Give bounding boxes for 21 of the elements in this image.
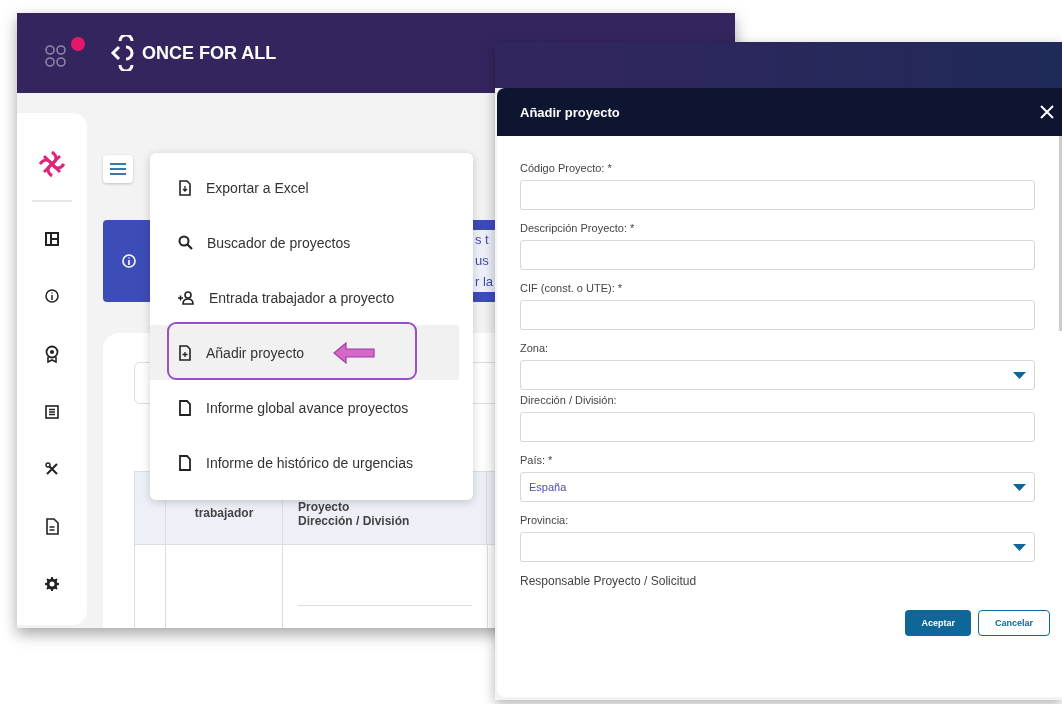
cancel-button[interactable]: Cancelar <box>977 610 1050 636</box>
field-label: Código Proyecto: * <box>520 162 613 174</box>
field-label: Descripción Proyecto: * <box>520 222 636 234</box>
banner-text: us <box>475 253 490 268</box>
field-label: Zona: <box>520 342 550 354</box>
field-label: País: * <box>520 454 554 466</box>
dialog-title: Añadir proyecto <box>520 104 620 120</box>
menu-item[interactable]: Añadir proyecto <box>150 325 459 380</box>
section-label: Responsable Proyecto / Solicitud <box>520 574 698 588</box>
select-field[interactable]: España <box>520 472 1035 502</box>
menu-item[interactable]: Informe global avance proyectos <box>150 380 459 435</box>
banner-text: s t <box>475 232 490 247</box>
field-label: Provincia: <box>520 514 570 526</box>
field-label: Dirección / División: <box>520 394 618 406</box>
menu-item[interactable]: Entrada trabajador a proyecto <box>150 270 459 325</box>
menu-item[interactable]: Exportar a Excel <box>150 160 459 215</box>
field-label: CIF (const. o UTE): * <box>520 282 624 294</box>
banner-text: r la <box>475 274 495 289</box>
accept-button[interactable]: Aceptar <box>905 610 971 636</box>
menu-item[interactable]: Buscador de proyectos <box>150 215 459 270</box>
brand-name: ONCE FOR ALL <box>142 42 277 64</box>
